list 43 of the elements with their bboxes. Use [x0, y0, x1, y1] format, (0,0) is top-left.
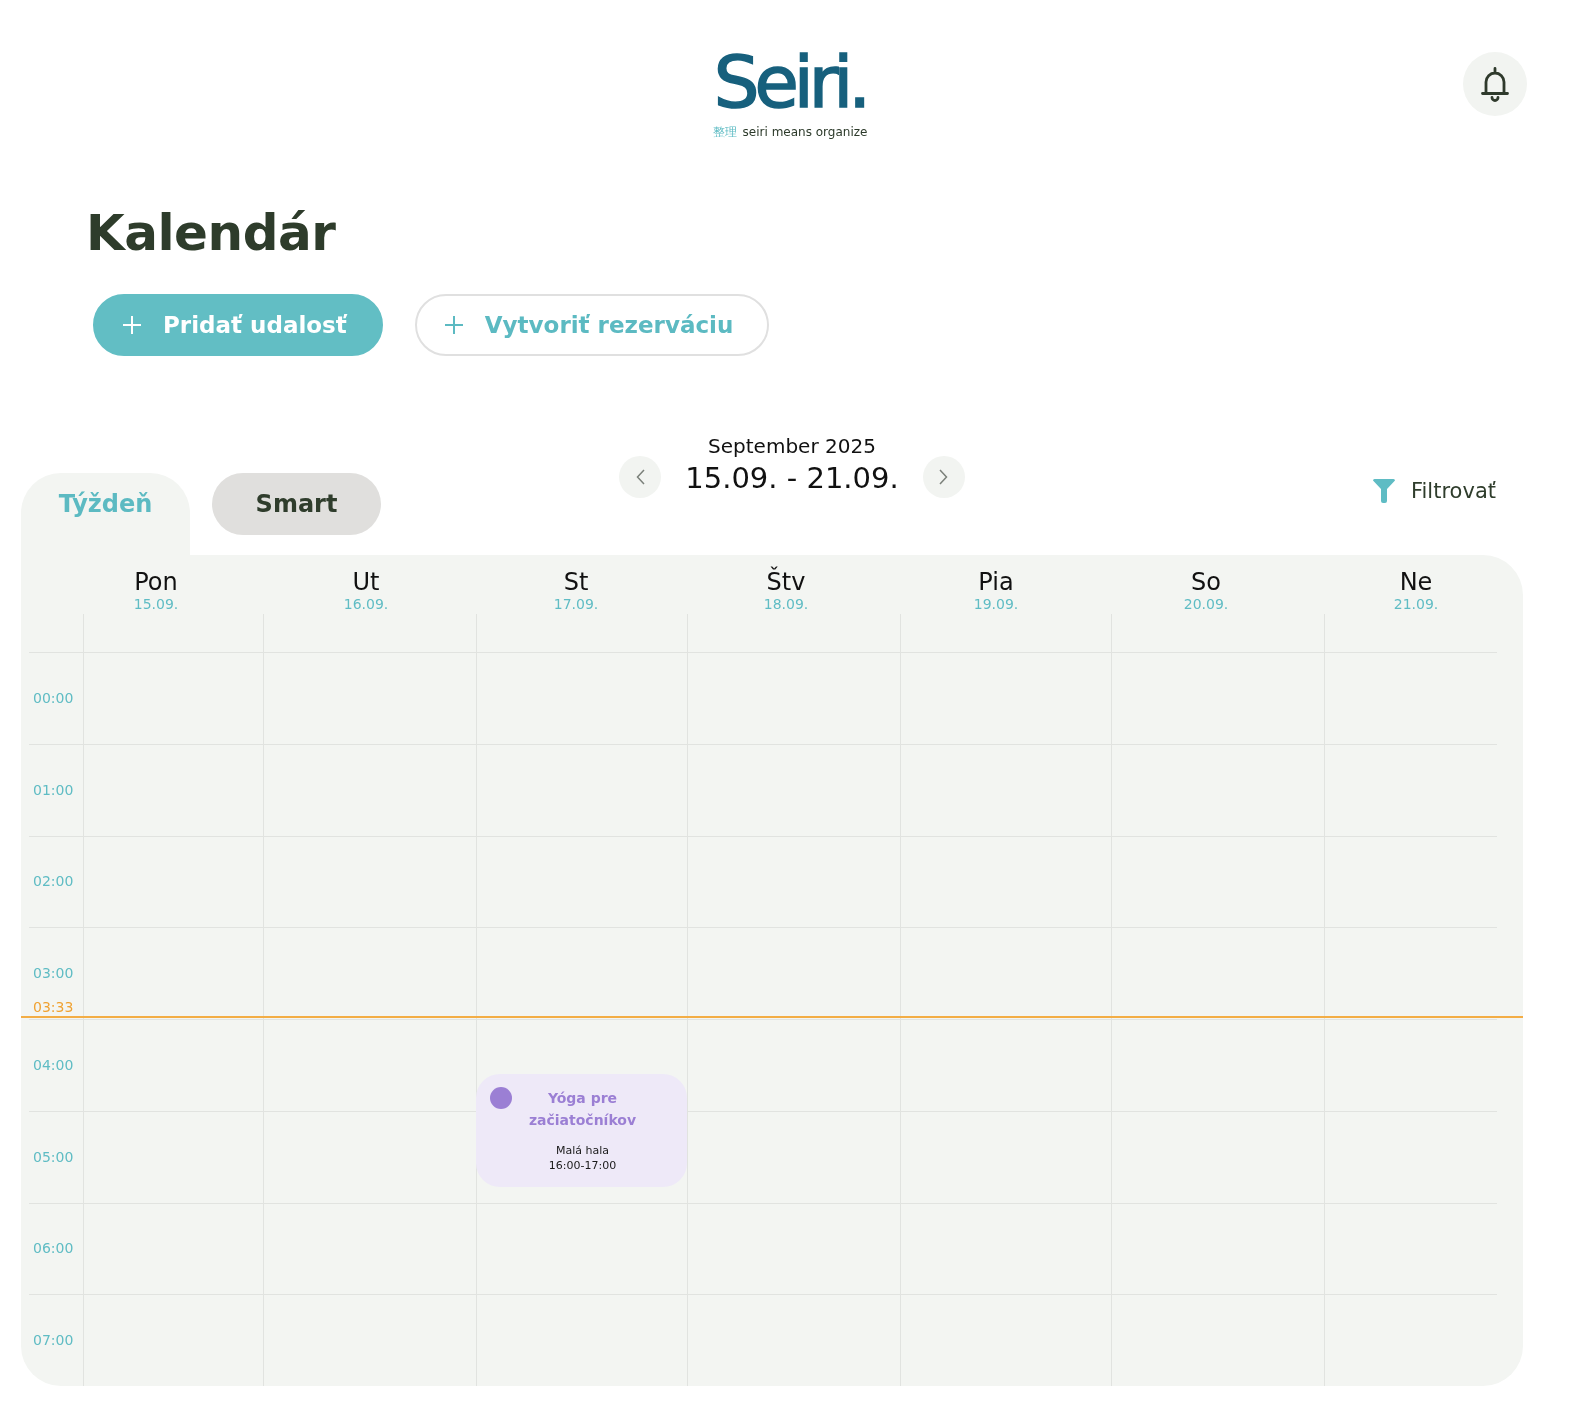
filter-icon [1373, 479, 1395, 503]
day-date: 15.09. [133, 596, 179, 612]
month-label: September 2025 [708, 434, 876, 458]
day-name: Ne [1399, 568, 1433, 596]
event-time: 16:00-17:00 [548, 1158, 617, 1173]
day-date: 16.09. [343, 596, 389, 612]
day-date: 18.09. [763, 596, 809, 612]
filter-button[interactable]: Filtrovať [1373, 479, 1496, 503]
date-range-label: 15.09. - 21.09. [685, 460, 899, 496]
event-card[interactable]: Yóga pre začiatočníkov Malá hala 16:00-17:00 [476, 1074, 687, 1187]
day-name: Štv [766, 568, 806, 596]
plus-icon [123, 316, 141, 334]
hour-label: 02:00 [33, 873, 74, 890]
hour-label: 06:00 [33, 1240, 74, 1257]
logo-wordmark: Seiri. [713, 46, 867, 118]
hour-label: 00:00 [33, 689, 74, 706]
plus-icon [444, 316, 463, 334]
event-location: Malá hala [555, 1143, 609, 1158]
hour-label: 05:00 [33, 1148, 74, 1165]
day-name: Ut [352, 568, 380, 596]
hour-label: 04:00 [33, 1056, 74, 1073]
day-name: Pon [134, 568, 178, 596]
hour-label: 03:00 [33, 965, 74, 982]
previous-week-button[interactable] [619, 456, 662, 498]
day-name: St [563, 568, 589, 596]
tagline: seiri means organize [742, 125, 868, 139]
tagline-kanji: 整理 [712, 125, 737, 139]
chevron-right-icon [939, 469, 949, 485]
hour-label: 01:00 [33, 781, 74, 798]
view-tab[interactable]: Smart [212, 473, 381, 535]
chevron-left-icon [635, 469, 645, 485]
current-time-label: 03:33 [33, 999, 74, 1015]
day-name: So [1191, 568, 1221, 596]
day-date: 17.09. [553, 596, 599, 612]
day-date: 19.09. [973, 596, 1019, 612]
page-title: Kalendár [86, 205, 336, 261]
day-date: 20.09. [1183, 596, 1229, 612]
day-date: 21.09. [1393, 596, 1439, 612]
next-week-button[interactable] [922, 456, 965, 498]
bell-icon [1480, 66, 1510, 102]
event-title: Yóga pre začiatočníkov [527, 1089, 638, 1130]
hour-label: 07:00 [33, 1332, 74, 1349]
day-name: Pia [978, 568, 1014, 596]
